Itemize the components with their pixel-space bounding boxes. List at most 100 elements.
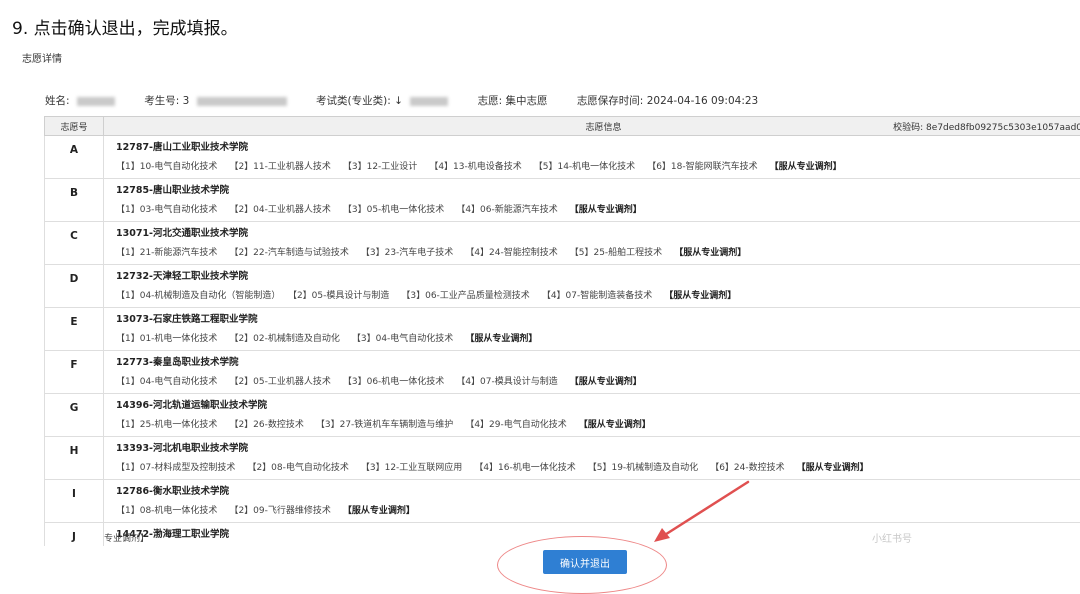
name-label: 姓名: xyxy=(45,95,70,107)
major-item: 【4】24-智能控制技术 xyxy=(465,248,557,258)
major-list: 【1】21-新能源汽车技术【2】22-汽车制造与试验技术【3】23-汽车电子技术… xyxy=(116,245,1080,258)
volunteer-info: 12773-秦皇岛职业技术学院【1】04-电气自动化技术【2】05-工业机器人技… xyxy=(104,351,1080,394)
school-name: 13393-河北机电职业技术学院 xyxy=(116,440,1080,454)
volunteer-info: 13393-河北机电职业技术学院【1】07-材料成型及控制技术 【2】08-电气自… xyxy=(104,437,1080,480)
adjustment-flag: 【服从专业调剂】 xyxy=(465,334,537,344)
volunteer-info: 13073-石家庄铁路工程职业学院【1】01-机电一体化技术【2】02-机械制造… xyxy=(104,308,1080,351)
volunteer-info: 14472-渤海理工职业学院【1】10-电气自动化技术【2】11-工业机器人技术… xyxy=(104,523,1080,547)
volunteer-info: 14396-河北轨道运输职业技术学院【1】25-机电一体化技术【2】26-数控技… xyxy=(104,394,1080,437)
volunteer-info: 12785-唐山职业技术学院【1】03-电气自动化技术 【2】04-工业机器人技术… xyxy=(104,179,1080,222)
save-time-field: 志愿保存时间: 2024-04-16 09:04:23 xyxy=(577,93,758,108)
adjustment-flag: 【服从专业调剂】 xyxy=(797,463,869,473)
school-name: 14396-河北轨道运输职业技术学院 xyxy=(116,397,1080,411)
school-name: 12785-唐山职业技术学院 xyxy=(116,182,1080,196)
major-list: 【1】04-机械制造及自动化（智能制造）【2】05-模具设计与制造【3】06-工… xyxy=(116,288,1080,301)
volunteer-table-container[interactable]: 志愿号 志愿信息 校验码: 8e7ded8fb09275c5303e1057aa… xyxy=(44,116,1080,546)
major-item: 【4】06-新能源汽车技术 xyxy=(456,205,557,215)
volunteer-id: F xyxy=(45,351,104,394)
major-item: 【5】14-机电一体化技术 xyxy=(534,162,635,172)
table-row: A12787-唐山工业职业技术学院【1】10-电气自动化技术【2】11-工业机器… xyxy=(45,136,1080,179)
volunteer-id: A xyxy=(45,136,104,179)
volunteer-id: E xyxy=(45,308,104,351)
major-item: 【3】12-工业互联网应用 xyxy=(361,463,462,473)
watermark: 小红书号 xyxy=(872,530,912,545)
column-header-id: 志愿号 xyxy=(45,117,104,136)
school-name: 14472-渤海理工职业学院 xyxy=(116,526,1080,540)
major-item: 【4】07-模具设计与制造 xyxy=(456,377,557,387)
adjustment-flag: 【服从专业调剂】 xyxy=(579,420,651,430)
table-row: H 13393-河北机电职业技术学院【1】07-材料成型及控制技术 【2】08-电气… xyxy=(45,437,1080,480)
volunteer-table: 志愿号 志愿信息 校验码: 8e7ded8fb09275c5303e1057aa… xyxy=(44,116,1080,546)
adjustment-flag: 【服从专业调剂】 xyxy=(570,377,642,387)
major-item: 【3】23-汽车电子技术 xyxy=(361,248,453,258)
redacted-name xyxy=(77,97,115,106)
volunteer-info: 12786-衡水职业技术学院【1】08-机电一体化技术【2】09-飞行器维修技术… xyxy=(104,480,1080,523)
major-item: 【1】04-机械制造及自动化（智能制造） xyxy=(116,291,280,301)
major-item: 【2】22-汽车制造与试验技术 xyxy=(229,248,348,258)
exam-type-value: ↓ xyxy=(394,95,403,107)
adjustment-flag: 【服从专业调剂】 xyxy=(570,205,642,215)
volunteer-value: 集中志愿 xyxy=(505,95,547,107)
table-row: E13073-石家庄铁路工程职业学院【1】01-机电一体化技术【2】02-机械制… xyxy=(45,308,1080,351)
major-item: 【6】18-智能网联汽车技术 xyxy=(647,162,757,172)
checksum: 校验码: 8e7ded8fb09275c5303e1057aad03e8 xyxy=(893,120,1080,133)
table-row: J14472-渤海理工职业学院【1】10-电气自动化技术【2】11-工业机器人技… xyxy=(45,523,1080,547)
redacted-exam-type xyxy=(410,97,448,106)
table-row: C13071-河北交通职业技术学院【1】21-新能源汽车技术【2】22-汽车制造… xyxy=(45,222,1080,265)
save-time-label: 志愿保存时间: xyxy=(577,95,644,107)
adjustment-flag: 【服从专业调剂】 xyxy=(664,291,736,301)
step-title: 9. 点击确认退出，完成填报。 xyxy=(12,14,238,39)
major-item: 【5】25-船舶工程技术 xyxy=(570,248,662,258)
major-item: 【2】08-电气自动化技术 xyxy=(247,463,348,473)
redacted-exam-number xyxy=(197,97,287,106)
major-item: 【5】19-机械制造及自动化 xyxy=(588,463,698,473)
major-item: 【3】04-电气自动化技术 xyxy=(352,334,453,344)
volunteer-info: 12787-唐山工业职业技术学院【1】10-电气自动化技术【2】11-工业机器人… xyxy=(104,136,1080,179)
school-name: 12787-唐山工业职业技术学院 xyxy=(116,139,1080,153)
major-list: 【1】25-机电一体化技术【2】26-数控技术【3】27-铁道机车车辆制造与维护… xyxy=(116,417,1080,430)
major-item: 【3】27-铁道机车车辆制造与维护 xyxy=(316,420,453,430)
volunteer-id: B xyxy=(45,179,104,222)
volunteer-id: C xyxy=(45,222,104,265)
major-item: 【2】09-飞行器维修技术 xyxy=(229,506,330,516)
major-item: 【2】04-工业机器人技术 xyxy=(229,205,330,215)
table-row: F12773-秦皇岛职业技术学院【1】04-电气自动化技术【2】05-工业机器人… xyxy=(45,351,1080,394)
volunteer-info: 13071-河北交通职业技术学院【1】21-新能源汽车技术【2】22-汽车制造与… xyxy=(104,222,1080,265)
volunteer-id: G xyxy=(45,394,104,437)
major-item: 【3】12-工业设计 xyxy=(343,162,417,172)
major-item: 【1】03-电气自动化技术 xyxy=(116,205,217,215)
major-list: 【1】08-机电一体化技术【2】09-飞行器维修技术【服从专业调剂】 xyxy=(116,503,1080,516)
volunteer-id: H xyxy=(45,437,104,480)
table-row: G14396-河北轨道运输职业技术学院【1】25-机电一体化技术【2】26-数控… xyxy=(45,394,1080,437)
major-item: 【4】29-电气自动化技术 xyxy=(465,420,566,430)
major-item: 【2】02-机械制造及自动化 xyxy=(229,334,339,344)
save-time-value: 2024-04-16 09:04:23 xyxy=(647,95,759,107)
major-item: 【4】16-机电一体化技术 xyxy=(474,463,575,473)
major-item: 【2】05-模具设计与制造 xyxy=(292,291,389,301)
major-item: 【1】25-机电一体化技术 xyxy=(116,420,217,430)
volunteer-field: 志愿: 集中志愿 xyxy=(478,93,548,108)
volunteer-info: 12732-天津轻工职业技术学院【1】04-机械制造及自动化（智能制造） 【2】0… xyxy=(104,265,1080,308)
school-name: 12773-秦皇岛职业技术学院 xyxy=(116,354,1080,368)
column-header-info: 志愿信息 校验码: 8e7ded8fb09275c5303e1057aad03e… xyxy=(104,117,1080,136)
major-item: 【1】04-电气自动化技术 xyxy=(116,377,217,387)
exam-type-label: 考试类(专业类): xyxy=(316,95,391,107)
exam-type-field: 考试类(专业类): ↓ xyxy=(316,93,448,108)
volunteer-id: J xyxy=(45,523,104,547)
adjustment-flag: 【服从专业调剂】 xyxy=(770,162,842,172)
major-item: 【1】10-电气自动化技术 xyxy=(116,162,217,172)
volunteer-id: I xyxy=(45,480,104,523)
candidate-info-row: 姓名: 考生号: 3 考试类(专业类): ↓ 志愿: 集中志愿 志愿保存时间: … xyxy=(45,93,784,108)
major-item: 【4】07-智能制造装备技术 xyxy=(542,291,652,301)
major-item: 【1】07-材料成型及控制技术 xyxy=(116,463,235,473)
exam-number-value: 3 xyxy=(183,95,190,107)
table-row: B 12785-唐山职业技术学院【1】03-电气自动化技术 【2】04-工业机器人技… xyxy=(45,179,1080,222)
school-name: 12732-天津轻工职业技术学院 xyxy=(116,268,1080,282)
confirm-exit-button[interactable]: 确认并退出 xyxy=(543,550,627,574)
major-item: 【6】24-数控技术 xyxy=(710,463,784,473)
adjustment-flag: 【服从专业调剂】 xyxy=(343,506,415,516)
volunteer-label: 志愿: xyxy=(478,95,503,107)
major-item: 【1】01-机电一体化技术 xyxy=(116,334,217,344)
adjustment-flag: 【服从专业调剂】 xyxy=(674,248,746,258)
section-title: 志愿详情 xyxy=(22,50,62,65)
